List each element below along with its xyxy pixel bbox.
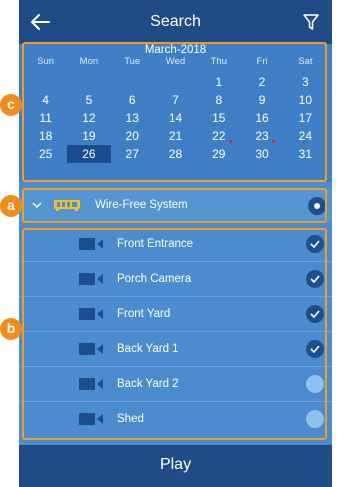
calendar-callout-outline <box>22 42 327 182</box>
top-bar: Search <box>19 0 332 44</box>
play-label: Play <box>159 456 192 473</box>
filter-icon[interactable] <box>302 12 320 32</box>
play-button[interactable]: Play <box>19 445 332 487</box>
camera-list-callout-outline <box>22 228 327 440</box>
device-callout-outline <box>22 188 327 223</box>
page-title: Search <box>150 13 201 30</box>
callout-b: b <box>0 318 22 340</box>
callout-c: c <box>0 94 22 116</box>
callout-a: a <box>0 195 22 217</box>
